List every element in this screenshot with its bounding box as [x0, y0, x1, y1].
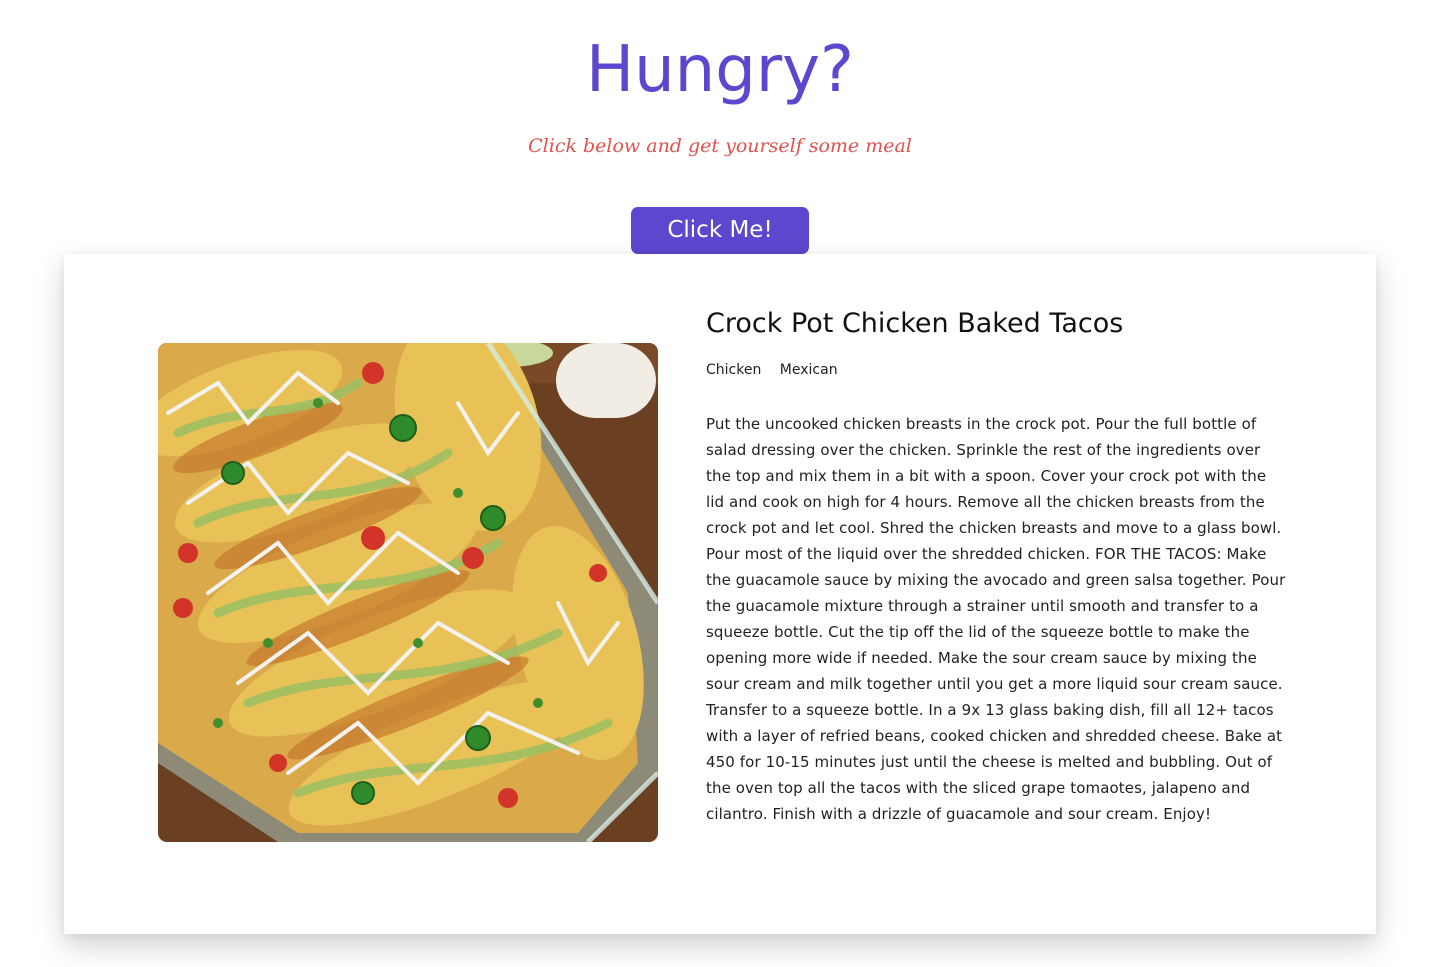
meal-tag: Chicken: [706, 362, 762, 378]
meal-image: [158, 343, 658, 842]
meal-tags: Chicken Mexican: [706, 360, 852, 380]
page: Hungry? Click below and get yourself som…: [0, 0, 1440, 967]
page-title: Hungry?: [585, 33, 855, 107]
meal-card: Crock Pot Chicken Baked Tacos Chicken Me…: [64, 254, 1376, 934]
page-subtitle: Click below and get yourself some meal: [528, 135, 912, 157]
meal-name: Crock Pot Chicken Baked Tacos: [706, 308, 1124, 339]
meal-tag: Mexican: [779, 362, 838, 378]
click-me-button[interactable]: Click Me!: [631, 207, 809, 254]
meal-instructions: Put the uncooked chicken breasts in the …: [706, 415, 1286, 823]
